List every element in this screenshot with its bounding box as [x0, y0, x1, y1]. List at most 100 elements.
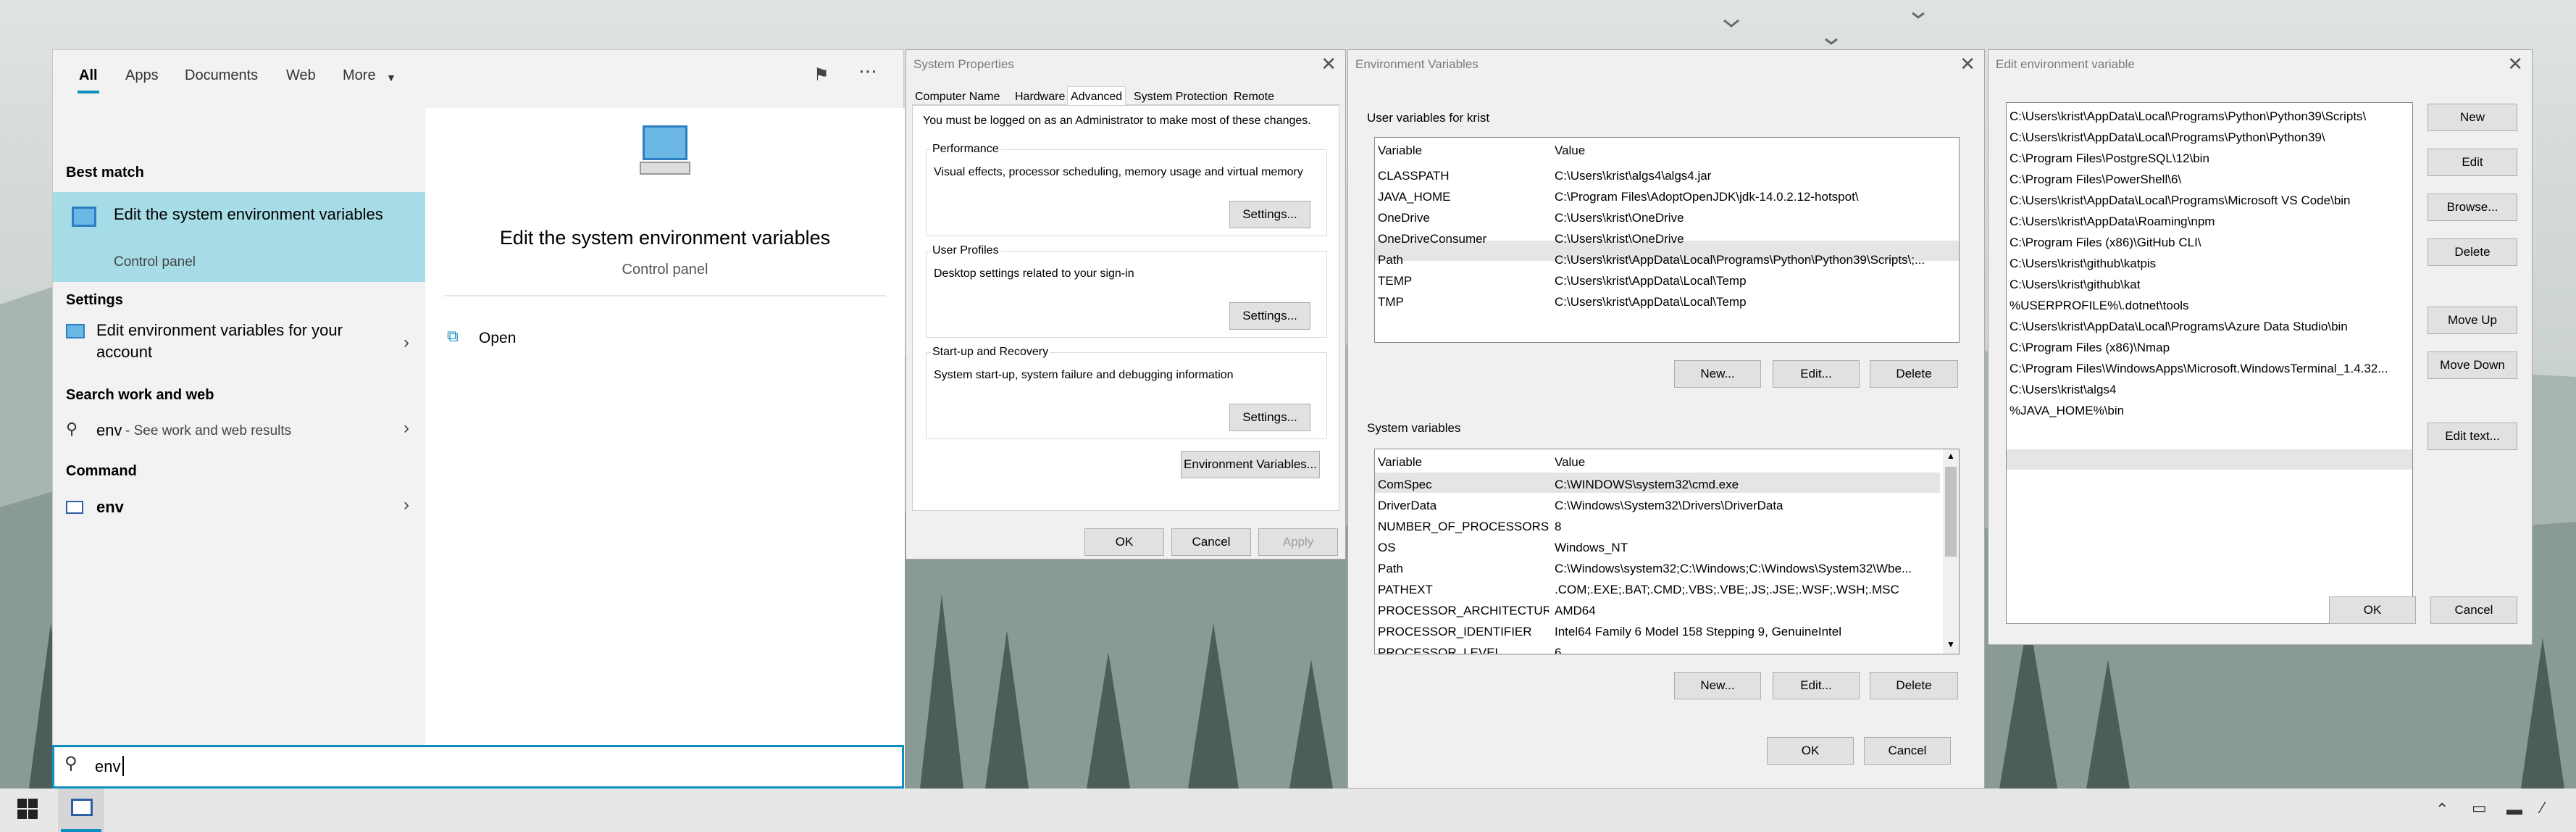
chevron-right-icon[interactable]: › [403, 418, 409, 438]
startup-settings-button[interactable]: Settings... [1229, 404, 1310, 431]
vertical-scrollbar[interactable]: ▲ ▼ [1943, 449, 1959, 654]
table-row[interactable]: PROCESSOR_LEVEL 6 [1375, 642, 1940, 654]
user-variables-list[interactable]: Variable Value CLASSPATH C:\Users\krist\a… [1374, 137, 1960, 343]
table-row[interactable]: Path C:\Users\krist\AppData\Local\Program… [1375, 249, 1959, 270]
battery-icon[interactable]: ▬ [2506, 800, 2522, 819]
table-row[interactable]: PROCESSOR_IDENTIFIER Intel64 Family 6 Mod… [1375, 621, 1940, 641]
table-row[interactable]: PROCESSOR_ARCHITECTURE AMD64 [1375, 600, 1940, 620]
settings-result[interactable]: Edit environment variables for your acco… [53, 318, 425, 370]
tab-all[interactable]: All [79, 67, 98, 84]
delete-entry-button[interactable]: Delete [2427, 238, 2517, 266]
list-item[interactable]: C:\Users\krist\AppData\Local\Programs\Mi… [2007, 190, 2412, 210]
variable-value: C:\Users\krist\AppData\Local\Programs\Py… [1555, 253, 1925, 267]
close-icon[interactable]: ✕ [2507, 53, 2523, 75]
ok-button[interactable]: OK [1084, 528, 1164, 556]
search-input[interactable]: ⚲ env [52, 745, 904, 789]
table-row[interactable]: TEMP C:\Users\krist\AppData\Local\Temp [1375, 270, 1959, 291]
table-row[interactable]: JAVA_HOME C:\Program Files\AdoptOpenJDK\j… [1375, 186, 1959, 207]
best-match-result[interactable]: Edit the system environment variables Co… [53, 192, 425, 282]
path-entries-list[interactable]: C:\Users\krist\AppData\Local\Programs\Py… [2006, 102, 2413, 624]
tab-apps[interactable]: Apps [125, 67, 159, 84]
list-item[interactable]: C:\Users\krist\github\kat [2007, 274, 2412, 294]
taskbar-system-properties-app[interactable] [58, 789, 104, 832]
cancel-button[interactable]: Cancel [1864, 737, 1951, 765]
scroll-down-icon[interactable]: ▼ [1946, 639, 1955, 649]
table-row[interactable]: Path C:\Windows\system32;C:\Windows;C:\Wi… [1375, 558, 1940, 578]
table-row[interactable]: OneDriveConsumer C:\Users\krist\OneDrive [1375, 228, 1959, 249]
user-profiles-settings-button[interactable]: Settings... [1229, 302, 1310, 330]
list-item[interactable]: C:\Users\krist\AppData\Local\Programs\Py… [2007, 106, 2412, 126]
tab-computer-name[interactable]: Computer Name [915, 91, 1000, 104]
search-icon: ⚲ [66, 420, 78, 438]
table-row[interactable]: CLASSPATH C:\Users\krist\algs4\algs4.jar [1375, 165, 1959, 186]
more-options-icon[interactable]: ⋯ [858, 60, 877, 83]
open-action[interactable]: ⧉ Open [447, 327, 664, 351]
chevron-up-icon[interactable]: ⌃ [2435, 800, 2449, 819]
table-row[interactable]: OS Windows_NT [1375, 537, 1940, 557]
ok-button[interactable]: OK [1767, 737, 1854, 765]
apply-button[interactable]: Apply [1258, 528, 1338, 556]
list-item[interactable]: C:\Users\krist\AppData\Local\Programs\Py… [2007, 127, 2412, 147]
feedback-icon[interactable]: ⚑ [814, 65, 829, 86]
system-variables-list[interactable]: Variable Value ComSpec C:\WINDOWS\system3… [1374, 449, 1960, 654]
variable-value: Windows_NT [1555, 541, 1628, 554]
table-row[interactable]: OneDrive C:\Users\krist\OneDrive [1375, 207, 1959, 228]
list-item[interactable]: C:\Program Files\PowerShell\6\ [2007, 169, 2412, 189]
list-item[interactable]: C:\Program Files\WindowsApps\Microsoft.W… [2007, 358, 2412, 378]
list-item[interactable]: %USERPROFILE%\.dotnet\tools [2007, 295, 2412, 315]
tab-remote[interactable]: Remote [1234, 91, 1274, 104]
new-entry-button[interactable]: New [2427, 104, 2517, 131]
list-item[interactable]: C:\Users\krist\github\katpis [2007, 253, 2412, 273]
ok-button[interactable]: OK [2329, 596, 2416, 624]
windows-start-icon[interactable] [17, 799, 38, 819]
network-icon[interactable]: ▭ [2472, 799, 2487, 818]
table-row[interactable]: PATHEXT .COM;.EXE;.BAT;.CMD;.VBS;.VBE;.JS… [1375, 579, 1940, 599]
table-row[interactable]: TMP C:\Users\krist\AppData\Local\Temp [1375, 291, 1959, 312]
performance-text: Visual effects, processor scheduling, me… [934, 166, 1303, 178]
chevron-right-icon[interactable]: › [403, 495, 409, 515]
environment-variables-button[interactable]: Environment Variables... [1181, 451, 1320, 478]
chevron-right-icon[interactable]: › [403, 333, 409, 353]
scrollbar-thumb[interactable] [1945, 467, 1957, 557]
close-icon[interactable]: ✕ [1960, 53, 1975, 75]
tab-documents[interactable]: Documents [185, 67, 258, 84]
list-item[interactable]: C:\Users\krist\AppData\Local\Programs\Az… [2007, 316, 2412, 336]
web-search-result[interactable]: ⚲ env - See work and web results › [53, 412, 425, 449]
list-item[interactable]: C:\Program Files\PostgreSQL\12\bin [2007, 148, 2412, 168]
tab-more[interactable]: More [343, 67, 376, 84]
table-row[interactable]: ComSpec C:\WINDOWS\system32\cmd.exe [1375, 474, 1940, 494]
list-item[interactable]: C:\Users\krist\AppData\Roaming\npm [2007, 211, 2412, 231]
search-query-text[interactable]: env [95, 757, 120, 776]
user-delete-button[interactable]: Delete [1870, 360, 1958, 388]
list-item[interactable]: C:\Program Files (x86)\GitHub CLI\ [2007, 232, 2412, 252]
user-new-button[interactable]: New... [1674, 360, 1761, 388]
close-icon[interactable]: ✕ [1321, 53, 1337, 75]
list-item[interactable]: C:\Program Files (x86)\Nmap [2007, 337, 2412, 357]
notification-icon[interactable]: ⁄ [2541, 799, 2544, 818]
browse-button[interactable]: Browse... [2427, 194, 2517, 221]
system-properties-dialog: System Properties ✕ Computer Name Hardwa… [906, 49, 1346, 559]
move-down-button[interactable]: Move Down [2427, 351, 2517, 379]
tab-hardware[interactable]: Hardware [1015, 91, 1065, 104]
command-result[interactable]: env › [53, 486, 425, 525]
system-new-button[interactable]: New... [1674, 672, 1761, 699]
move-up-button[interactable]: Move Up [2427, 307, 2517, 334]
cancel-button[interactable]: Cancel [1171, 528, 1251, 556]
list-item[interactable]: C:\Users\krist\algs4 [2007, 379, 2412, 399]
system-edit-button[interactable]: Edit... [1773, 672, 1860, 699]
tab-web[interactable]: Web [286, 67, 316, 84]
performance-label: Performance [931, 143, 1000, 156]
cancel-button[interactable]: Cancel [2430, 596, 2517, 624]
scroll-up-icon[interactable]: ▲ [1946, 451, 1955, 461]
performance-settings-button[interactable]: Settings... [1229, 201, 1310, 228]
user-edit-button[interactable]: Edit... [1773, 360, 1860, 388]
tab-system-protection[interactable]: System Protection [1134, 91, 1228, 104]
system-delete-button[interactable]: Delete [1870, 672, 1958, 699]
table-row[interactable]: DriverData C:\Windows\System32\Drivers\Dr… [1375, 495, 1940, 515]
edit-entry-button[interactable]: Edit [2427, 149, 2517, 176]
tab-advanced[interactable]: Advanced [1067, 86, 1126, 107]
table-row[interactable]: NUMBER_OF_PROCESSORS 8 [1375, 516, 1940, 536]
edit-text-button[interactable]: Edit text... [2427, 423, 2517, 450]
path-entry: C:\Users\krist\AppData\Local\Programs\Mi… [2010, 194, 2351, 207]
list-item[interactable]: %JAVA_HOME%\bin [2007, 400, 2412, 420]
